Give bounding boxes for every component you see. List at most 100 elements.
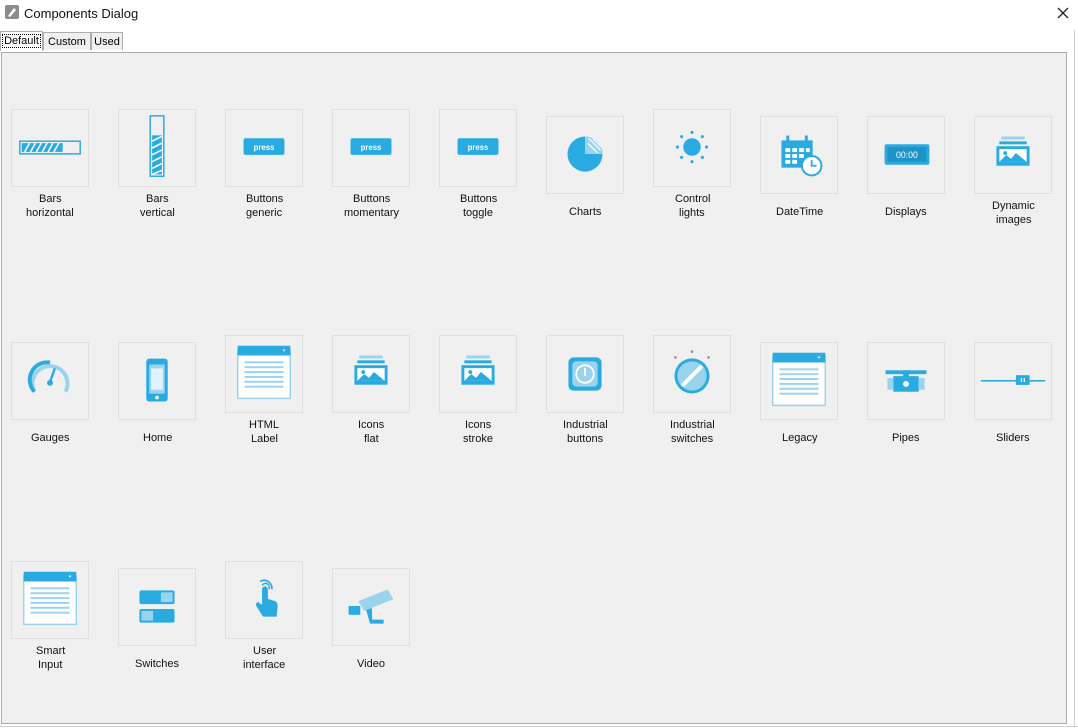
component-label: Switches [135, 658, 180, 670]
calendar-clock-icon [781, 135, 823, 177]
component-tile-box [546, 335, 624, 413]
security-camera-icon [348, 589, 394, 624]
component-label: Buttons [460, 193, 498, 205]
component-label: Icons [358, 419, 385, 431]
bars-horizontal-icon [19, 140, 81, 155]
component-tile-box [653, 109, 731, 187]
window-title: Components Dialog [24, 6, 139, 21]
svg-text:press: press [254, 143, 275, 152]
component-label-line2: vertical [140, 207, 175, 219]
component-label: Charts [569, 206, 602, 218]
component-label: Industrial [563, 419, 608, 431]
component-tile-box [118, 568, 196, 646]
component-label-line2: flat [364, 433, 379, 445]
component-tile-box [546, 116, 624, 194]
component-label: Sliders [996, 432, 1030, 444]
component-tile-box: press [225, 109, 303, 187]
control-light-icon [675, 130, 709, 164]
component-label: Dynamic [992, 200, 1035, 212]
slider-icon [980, 375, 1046, 385]
component-tile-box [439, 335, 517, 413]
rotary-switch-icon [674, 350, 710, 394]
component-label-line2: Input [38, 659, 63, 671]
component-label-line2: buttons [567, 433, 604, 445]
component-label-line2: stroke [463, 433, 493, 445]
component-tile-box: 00:00 [867, 116, 945, 194]
component-label: Video [357, 658, 385, 670]
component-label-line2: momentary [344, 207, 400, 219]
bars-vertical-icon [149, 115, 165, 177]
window-edge [0, 726, 1078, 727]
tab-custom[interactable]: Custom [43, 32, 91, 50]
component-label: Pipes [892, 432, 920, 444]
component-label: DateTime [776, 206, 824, 218]
window-edge [1074, 30, 1075, 726]
component-tile-box: press [439, 109, 517, 187]
app-icon [5, 5, 19, 19]
component-tile-box [118, 109, 196, 187]
tab-label: Default [2, 34, 41, 48]
html-window-icon [771, 352, 827, 407]
component-tile-box [11, 342, 89, 420]
component-tile-box [11, 561, 89, 639]
component-label: User [253, 645, 277, 657]
component-label: Bars [146, 193, 169, 205]
component-tile-box [760, 342, 838, 420]
html-window-icon [22, 571, 78, 626]
component-tile-box [867, 342, 945, 420]
component-label: Control [675, 193, 711, 205]
component-label: Buttons [353, 193, 391, 205]
component-tile-box [118, 342, 196, 420]
component-label-line2: Label [251, 433, 278, 445]
tab-default[interactable]: Default [0, 31, 43, 51]
component-label-line2: generic [246, 207, 283, 219]
tab-used[interactable]: Used [91, 32, 123, 50]
component-tile-box [11, 109, 89, 187]
close-icon [1057, 7, 1069, 19]
component-tile-box [974, 116, 1052, 194]
pie-chart-icon [567, 136, 603, 172]
component-label: Icons [465, 419, 492, 431]
component-tile-box [332, 335, 410, 413]
component-label: Bars [39, 193, 62, 205]
component-label: Gauges [31, 432, 70, 444]
button-press-icon: press [457, 138, 499, 155]
image-stack-icon [461, 355, 495, 385]
component-label-line2: interface [243, 659, 286, 671]
tab-label: Used [94, 36, 120, 48]
title-bar: Components Dialog [0, 0, 1078, 28]
component-tile-box [225, 561, 303, 639]
toggle-switches-icon [139, 590, 175, 623]
component-label-line2: switches [671, 433, 714, 445]
image-stack-icon [996, 136, 1030, 166]
close-button[interactable] [1052, 2, 1074, 24]
component-tile-box [760, 116, 838, 194]
component-label: Home [143, 432, 173, 444]
button-press-icon: press [350, 138, 392, 155]
component-label-line2: images [996, 214, 1032, 226]
image-stack-icon [354, 355, 388, 385]
component-tile-box: press [332, 109, 410, 187]
component-label: Smart [36, 645, 66, 657]
component-tile-box [332, 568, 410, 646]
gauge-icon [27, 360, 70, 394]
tab-label: Custom [48, 36, 86, 48]
component-tile-box [225, 335, 303, 413]
component-tile-box [974, 342, 1052, 420]
svg-text:press: press [361, 143, 382, 152]
component-label-line2: toggle [463, 207, 493, 219]
component-label: Buttons [246, 193, 284, 205]
display-icon: 00:00 [884, 144, 930, 165]
component-label: Legacy [782, 432, 818, 444]
component-label-line2: horizontal [26, 207, 74, 219]
svg-text:press: press [468, 143, 489, 152]
touch-hand-icon [255, 579, 278, 617]
component-label-line2: lights [679, 207, 705, 219]
pipe-valve-icon [885, 370, 927, 392]
svg-text:00:00: 00:00 [896, 150, 918, 160]
phone-icon [146, 358, 168, 402]
component-label: Industrial [670, 419, 715, 431]
html-window-icon [236, 345, 292, 400]
component-tile-box [653, 335, 731, 413]
button-press-icon: press [243, 138, 285, 155]
